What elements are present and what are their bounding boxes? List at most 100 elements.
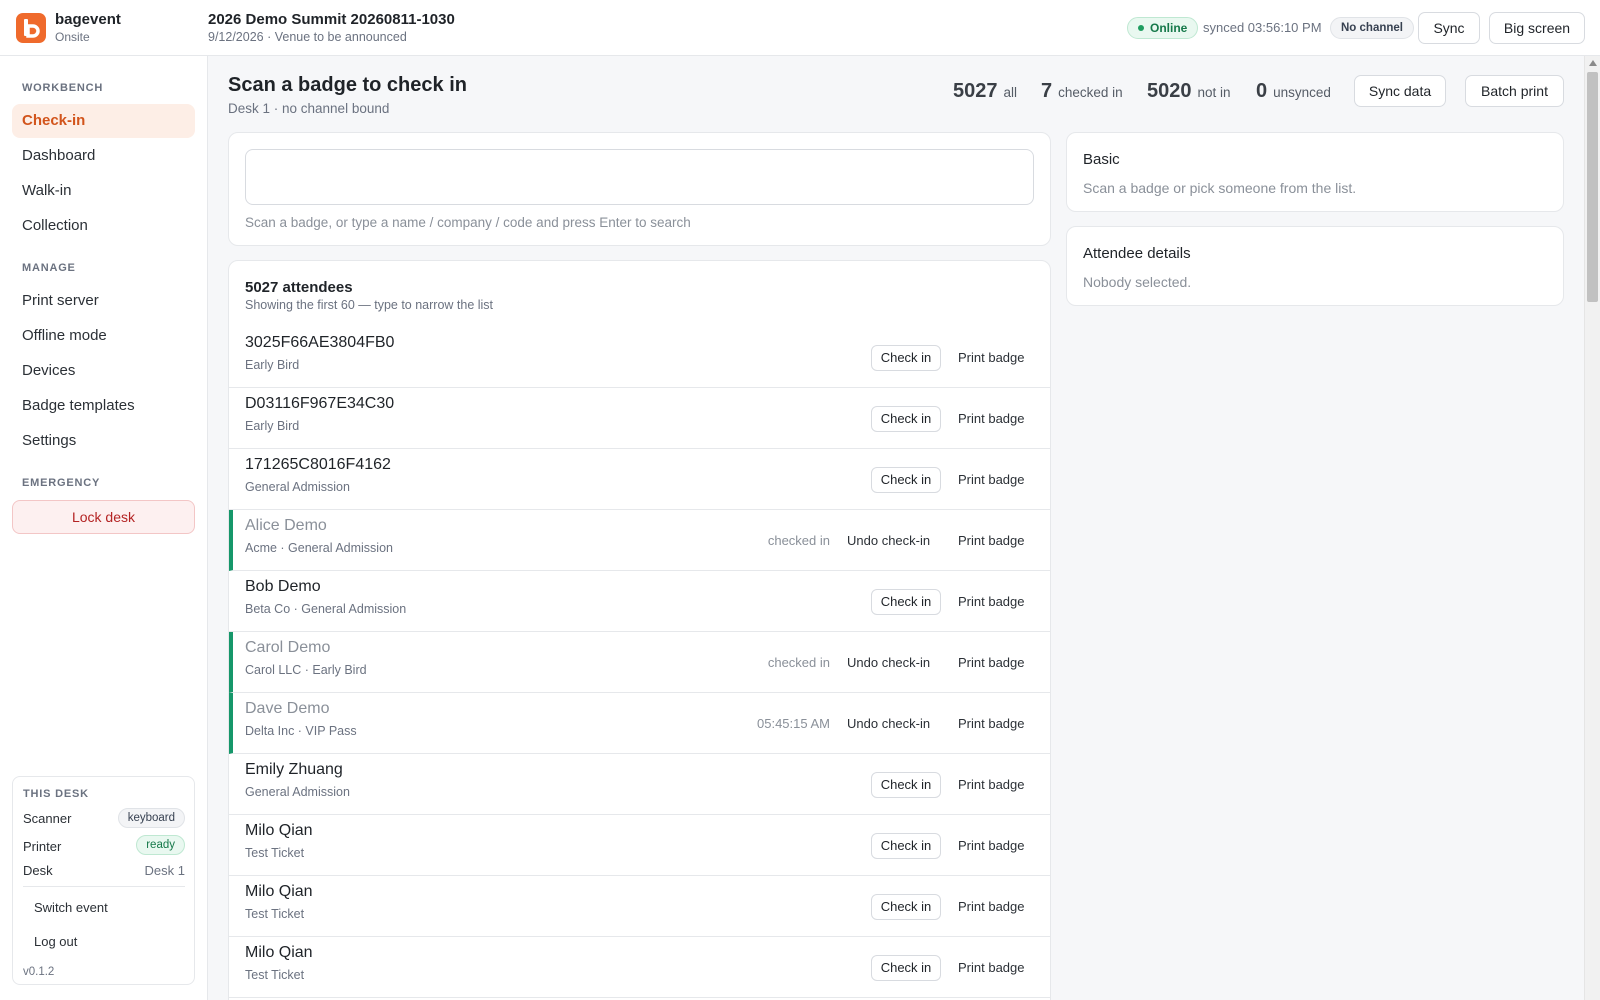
print-badge-button[interactable]: Print badge	[958, 411, 1025, 426]
scanner-badge: keyboard	[117, 808, 185, 828]
attendee-rows: 3025F66AE3804FB0 Early Bird Check in Print …	[229, 327, 1050, 998]
print-badge-button[interactable]: Print badge	[958, 838, 1025, 853]
check-in-button[interactable]: Check in	[871, 772, 941, 798]
this-desk-panel: THIS DESK Scanner keyboard Printer ready…	[12, 776, 195, 985]
print-badge-button[interactable]: Print badge	[958, 655, 1025, 670]
stat-not-in: 5020 not in	[1147, 80, 1231, 103]
attendee-name: Milo Qian	[245, 822, 313, 839]
attendee-name: Alice Demo	[245, 517, 327, 534]
attendee-name: Dave Demo	[245, 700, 330, 717]
sidebar-item-badge-templates[interactable]: Badge templates	[12, 389, 195, 423]
attendee-row[interactable]: 171265C8016F4162 General Admission Check i…	[229, 449, 1050, 510]
basic-text: Scan a badge or pick someone from the li…	[1083, 180, 1357, 196]
undo-check-in-button[interactable]: Undo check-in	[847, 533, 930, 548]
attendee-row[interactable]: Bob Demo Beta Co · General Admission Check…	[229, 571, 1050, 632]
stat-notin-label: not in	[1197, 85, 1231, 100]
attendee-row[interactable]: Dave Demo Delta Inc · VIP Pass 05:45:15 AM…	[229, 693, 1050, 754]
details-text: Nobody selected.	[1083, 274, 1192, 290]
attendee-list-subtitle: Showing the first 60 — type to narrow th…	[245, 298, 494, 312]
app-header: bagevent Onsite 2026 Demo Summit 2026081…	[0, 0, 1600, 56]
sidebar-item-check-in[interactable]: Check-in	[12, 104, 195, 138]
sidebar-item-dashboard[interactable]: Dashboard	[12, 139, 195, 173]
sidebar-item-walk-in[interactable]: Walk-in	[12, 174, 195, 208]
check-in-button[interactable]: Check in	[871, 894, 941, 920]
checkin-status: checked in	[767, 655, 830, 670]
check-in-button[interactable]: Check in	[871, 345, 941, 371]
sync-button[interactable]: Sync	[1418, 12, 1480, 44]
sidebar-item-settings[interactable]: Settings	[12, 424, 195, 458]
desk-divider	[23, 886, 185, 887]
event-title: 2026 Demo Summit 20260811-1030	[208, 11, 455, 28]
basic-title: Basic	[1083, 151, 1120, 168]
lock-desk-button[interactable]: Lock desk	[12, 500, 195, 534]
sidebar-item-offline-mode[interactable]: Offline mode	[12, 319, 195, 353]
sidebar: WORKBENCH Check-in Dashboard Walk-in Col…	[0, 56, 208, 1000]
attendee-row[interactable]: D03116F967E34C30 Early Bird Check in Print …	[229, 388, 1050, 449]
print-badge-button[interactable]: Print badge	[958, 899, 1025, 914]
check-in-button[interactable]: Check in	[871, 833, 941, 859]
sidebar-item-print-server[interactable]: Print server	[12, 284, 195, 318]
print-badge-button[interactable]: Print badge	[958, 594, 1025, 609]
printer-status-badge: ready	[136, 835, 185, 855]
search-hint: Scan a badge, or type a name / company /…	[245, 215, 691, 230]
sidebar-item-devices[interactable]: Devices	[12, 354, 195, 388]
switch-event-link[interactable]: Switch event	[34, 900, 108, 915]
attendee-name: Milo Qian	[245, 883, 313, 900]
attendee-row[interactable]: Milo Qian Test Ticket Check in Print badge	[229, 937, 1050, 998]
desk-panel-title: THIS DESK	[23, 788, 89, 800]
attendee-row[interactable]: Carol Demo Carol LLC · Early Bird checked …	[229, 632, 1050, 693]
page-scrollbar[interactable]	[1584, 56, 1600, 1000]
attendee-ticket: Carol LLC · Early Bird	[245, 663, 367, 677]
attendee-row[interactable]: Emily Zhuang General Admission Check in Pri…	[229, 754, 1050, 815]
attendee-row[interactable]: Milo Qian Test Ticket Check in Print badge	[229, 876, 1050, 937]
attendee-ticket: Test Ticket	[245, 907, 305, 921]
attendee-row[interactable]: Alice Demo Acme · General Admission checke…	[229, 510, 1050, 571]
sidebar-item-collection[interactable]: Collection	[12, 209, 195, 243]
printer-label: Printer	[23, 839, 62, 854]
bagevent-logo-icon	[16, 13, 46, 43]
print-badge-button[interactable]: Print badge	[958, 350, 1025, 365]
section-manage: MANAGE	[22, 262, 76, 274]
scan-search-input[interactable]	[245, 149, 1034, 205]
scanner-label: Scanner	[23, 811, 72, 826]
attendee-name: Bob Demo	[245, 578, 321, 595]
attendee-ticket: General Admission	[245, 480, 350, 494]
app-version: v0.1.2	[23, 966, 55, 978]
check-in-button[interactable]: Check in	[871, 406, 941, 432]
attendee-row[interactable]: Milo Qian Test Ticket Check in Print badge	[229, 815, 1050, 876]
print-badge-button[interactable]: Print badge	[958, 533, 1025, 548]
stat-all-label: all	[1003, 85, 1018, 100]
scroll-up-arrow-icon[interactable]	[1589, 60, 1597, 66]
attendee-ticket: Delta Inc · VIP Pass	[245, 724, 357, 738]
undo-check-in-button[interactable]: Undo check-in	[847, 655, 930, 670]
attendee-row[interactable]: 3025F66AE3804FB0 Early Bird Check in Print …	[229, 327, 1050, 388]
big-screen-button[interactable]: Big screen	[1489, 12, 1585, 44]
stat-checked-number: 7	[1041, 80, 1053, 102]
desk-label: Desk	[23, 863, 53, 878]
stat-unsynced-number: 0	[1256, 80, 1268, 102]
check-in-button[interactable]: Check in	[871, 589, 941, 615]
attendee-name: D03116F967E34C30	[245, 395, 395, 412]
log-out-link[interactable]: Log out	[34, 934, 77, 949]
attendee-ticket: Test Ticket	[245, 846, 305, 860]
check-in-button[interactable]: Check in	[871, 955, 941, 981]
sync-data-button[interactable]: Sync data	[1354, 75, 1446, 107]
scroll-thumb[interactable]	[1587, 72, 1598, 302]
print-badge-button[interactable]: Print badge	[958, 960, 1025, 975]
print-badge-button[interactable]: Print badge	[958, 716, 1025, 731]
stat-unsynced-label: unsynced	[1273, 85, 1331, 100]
print-badge-button[interactable]: Print badge	[958, 472, 1025, 487]
attendee-ticket: Beta Co · General Admission	[245, 602, 407, 616]
synced-time: synced 03:56:10 PM	[1203, 20, 1322, 35]
stat-all: 5027 all	[953, 80, 1017, 103]
stat-unsynced: 0 unsynced	[1256, 80, 1331, 103]
section-emergency: EMERGENCY	[22, 477, 101, 489]
stat-checked-in: 7 checked in	[1041, 80, 1123, 103]
details-title: Attendee details	[1083, 245, 1191, 262]
online-status-badge: Online	[1127, 17, 1199, 39]
page-title: Scan a badge to check in	[228, 74, 467, 96]
print-badge-button[interactable]: Print badge	[958, 777, 1025, 792]
undo-check-in-button[interactable]: Undo check-in	[847, 716, 930, 731]
batch-print-button[interactable]: Batch print	[1465, 75, 1564, 107]
check-in-button[interactable]: Check in	[871, 467, 941, 493]
